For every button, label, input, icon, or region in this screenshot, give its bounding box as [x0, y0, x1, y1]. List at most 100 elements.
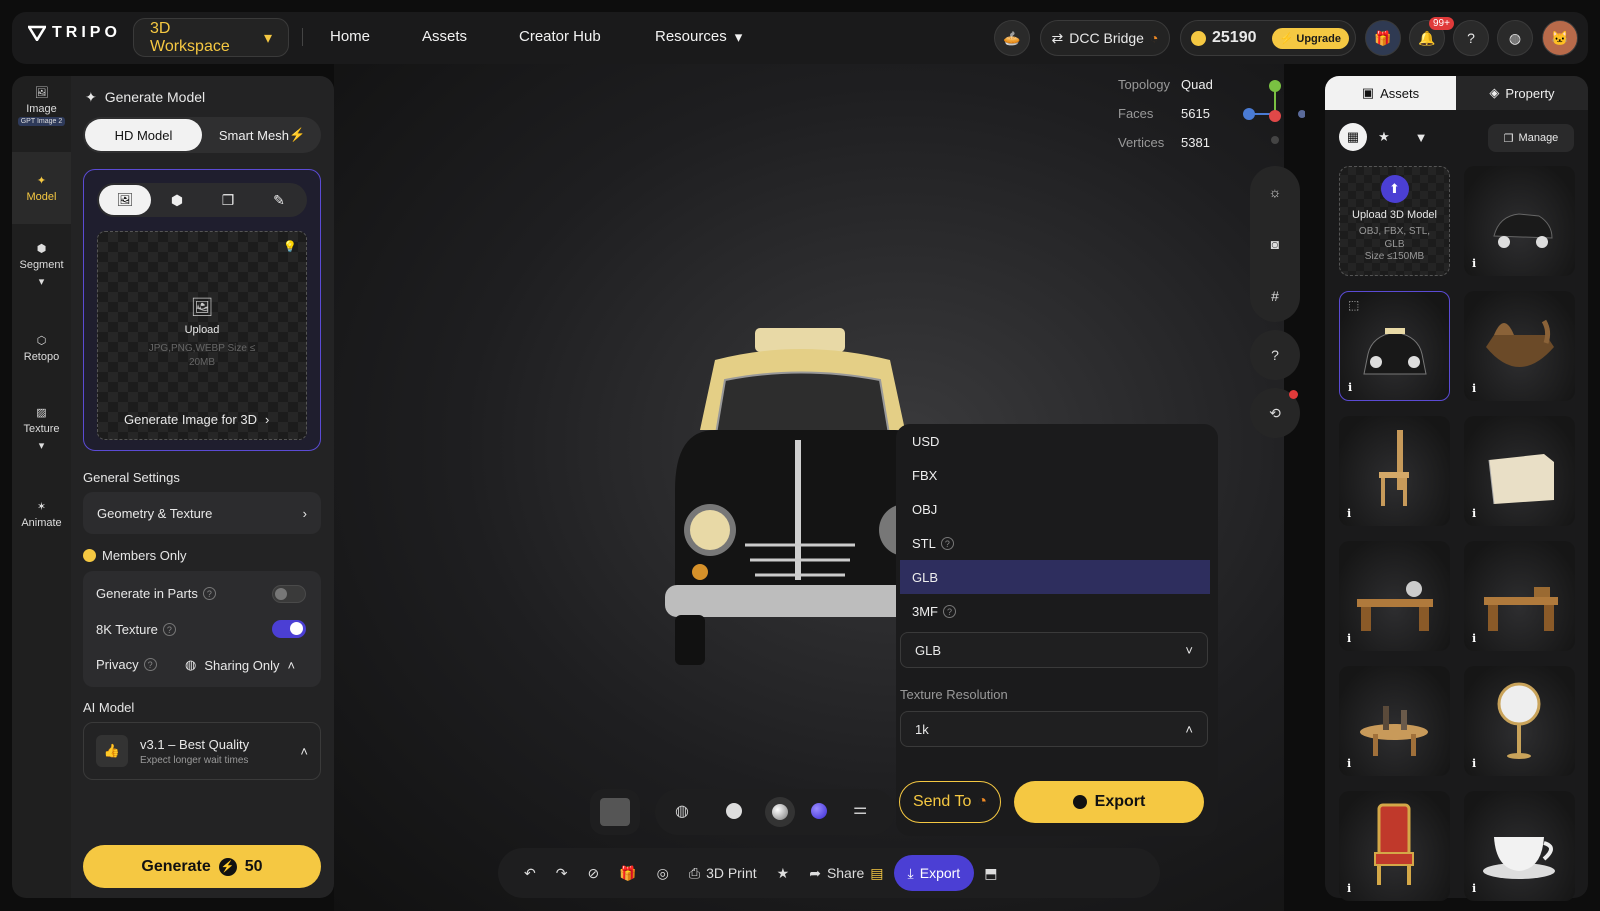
tip-bulb-icon[interactable]: 💡	[283, 240, 297, 253]
asset-card-mirror[interactable]: i	[1464, 666, 1575, 776]
gen-parts-toggle[interactable]	[272, 585, 306, 603]
camera-icon[interactable]: ◙	[1271, 236, 1279, 252]
help-icon[interactable]: ?	[162, 623, 176, 636]
orbit-icon[interactable]: ◎	[647, 855, 679, 891]
geometry-texture-row[interactable]: Geometry & Texture ›	[83, 492, 321, 534]
blender-icon[interactable]: 🥧	[994, 20, 1030, 56]
workspace-dropdown[interactable]: 3D Workspace ▾	[133, 18, 289, 57]
rail-texture[interactable]: ▨ Texture ▾	[12, 406, 71, 452]
info-icon[interactable]: i	[1472, 632, 1476, 645]
text-mode-icon[interactable]: ✎	[259, 185, 299, 215]
generate-image-link[interactable]: Generate Image for 3D ›	[124, 412, 269, 427]
nav-creator-hub[interactable]: Creator Hub	[519, 28, 601, 45]
upload-image-icon: 🖼	[190, 297, 214, 317]
format-option-glb[interactable]: GLB	[900, 560, 1210, 594]
help-chat-icon[interactable]: ?	[1453, 20, 1489, 56]
format-option-obj[interactable]: OBJ	[900, 492, 1210, 526]
export-toolbar-button[interactable]: ⤓ Export	[893, 855, 975, 891]
image-mode-icon[interactable]: 🖼	[99, 185, 151, 215]
asset-card-taxi[interactable]: ⬚ i	[1339, 291, 1450, 401]
gift-icon[interactable]: 🎁	[609, 855, 646, 891]
rail-image[interactable]: 🖼 Image GPT Image 2	[12, 86, 71, 142]
format-option-3mf[interactable]: 3MF?	[900, 594, 1210, 628]
info-icon[interactable]: i	[1347, 882, 1351, 895]
rail-retopo[interactable]: ⬡ Retopo	[12, 334, 71, 363]
light-icon[interactable]: ☼	[1269, 184, 1282, 200]
rail-animate[interactable]: ✶ Animate	[12, 500, 71, 529]
asset-card-boat[interactable]: i	[1464, 291, 1575, 401]
hide-texture-icon[interactable]: ⊘	[577, 855, 609, 891]
favorites-star-icon[interactable]: ★	[1370, 123, 1398, 151]
info-icon[interactable]: i	[1472, 882, 1476, 895]
tab-property[interactable]: ◈ Property	[1456, 76, 1588, 110]
tab-hd-model[interactable]: HD Model	[85, 119, 202, 151]
asset-card-chest[interactable]: i	[1464, 416, 1575, 526]
asset-card-throne[interactable]: i	[1339, 791, 1450, 901]
grid-view-icon[interactable]: ▦	[1339, 123, 1367, 151]
help-icon[interactable]: ?	[143, 658, 157, 671]
bottom-toolbar: ↶ ↷ ⊘ 🎁 ◎ ⎙ 3D Print ★ ➦ Share ▤ ⤓ Export ⬒	[498, 848, 1160, 898]
send-to-button[interactable]: Send To ◔	[899, 781, 1001, 823]
format-option-fbx[interactable]: FBX	[900, 458, 1210, 492]
help-icon[interactable]: ?	[943, 604, 956, 618]
format-option-usd[interactable]: USD	[900, 424, 1210, 458]
manage-button[interactable]: ❐ Manage	[1488, 124, 1574, 152]
share-button[interactable]: ➦ Share ▤	[799, 855, 893, 891]
texture-resolution-select[interactable]: 1k ˄	[900, 711, 1208, 747]
generate-button[interactable]: Generate ⚡ 50	[83, 845, 321, 888]
globe-icon[interactable]: ◍	[1497, 20, 1533, 56]
info-icon[interactable]: i	[1472, 382, 1476, 395]
info-icon[interactable]: i	[1347, 507, 1351, 520]
info-icon[interactable]: i	[1347, 757, 1351, 770]
wireframe-globe-icon[interactable]: ◍	[675, 801, 689, 821]
asset-card-table-bottles[interactable]: i	[1339, 666, 1450, 776]
asset-card-desk[interactable]: i	[1464, 541, 1575, 651]
tab-smart-mesh[interactable]: Smart Mesh ⚡	[205, 119, 319, 151]
axis-gizmo-icon[interactable]	[1235, 76, 1305, 146]
clay-mode-icon[interactable]	[726, 803, 742, 819]
tab-assets[interactable]: ▣ Assets	[1325, 76, 1456, 110]
filter-icon[interactable]: ▼	[1407, 123, 1435, 151]
format-option-stl[interactable]: STL?	[900, 526, 1210, 560]
redo-icon[interactable]: ↷	[546, 855, 578, 891]
pbr-mode-icon[interactable]	[765, 797, 795, 827]
upload-3d-card[interactable]: ⬆ Upload 3D Model OBJ, FBX, STL, GLB Siz…	[1339, 166, 1450, 276]
settings-sliders-icon[interactable]: ⚌	[853, 799, 867, 819]
nav-assets[interactable]: Assets	[422, 28, 467, 45]
rail-segment[interactable]: ⬢ Segment ▾	[12, 242, 71, 288]
ai-model-select[interactable]: 👍 v3.1 – Best Quality Expect longer wait…	[83, 722, 321, 780]
info-icon[interactable]: i	[1472, 757, 1476, 770]
help-icon[interactable]: ?	[202, 587, 216, 600]
undo-icon[interactable]: ↶	[514, 855, 546, 891]
nav-resources[interactable]: Resources ▾	[655, 28, 742, 46]
multi-image-mode-icon[interactable]: ❐	[208, 185, 248, 215]
asset-card-desk-globe[interactable]: i	[1339, 541, 1450, 651]
info-icon[interactable]: i	[1472, 507, 1476, 520]
nav-home[interactable]: Home	[330, 28, 370, 45]
info-icon[interactable]: i	[1348, 381, 1352, 394]
asset-card-teacup[interactable]: i	[1464, 791, 1575, 901]
3d-print-button[interactable]: ⎙ 3D Print	[679, 855, 767, 891]
asset-card-taxi-small[interactable]: i	[1464, 166, 1575, 276]
dcc-bridge-button[interactable]: ⇄ DCC Bridge ◔	[1040, 20, 1170, 56]
help-icon[interactable]: ?	[940, 536, 954, 550]
star-icon[interactable]: ★	[767, 855, 800, 891]
export-button[interactable]: Export	[1014, 781, 1204, 823]
privacy-select[interactable]: ◍ Sharing Only ˄	[185, 657, 295, 673]
gift-icon[interactable]: 🎁	[1365, 20, 1401, 56]
multiview-mode-icon[interactable]: ⬢	[157, 185, 197, 215]
rail-model[interactable]: ✦ Model	[12, 152, 71, 224]
help-button[interactable]: ?	[1250, 330, 1300, 380]
model-thumbnail[interactable]	[590, 789, 640, 835]
asset-card-chair[interactable]: i	[1339, 416, 1450, 526]
avatar[interactable]: 🐱	[1542, 20, 1578, 56]
normal-mode-icon[interactable]	[811, 803, 827, 819]
info-icon[interactable]: i	[1472, 257, 1476, 270]
info-icon[interactable]: i	[1347, 632, 1351, 645]
upgrade-button[interactable]: ⚡ Upgrade	[1271, 27, 1349, 49]
format-select[interactable]: GLB ˅	[900, 632, 1208, 668]
tex8k-toggle[interactable]	[272, 620, 306, 638]
grid-icon[interactable]: #	[1271, 288, 1279, 304]
tripo-logo[interactable]: TRIPO	[28, 24, 121, 42]
feedback-icon[interactable]: ⬒	[974, 855, 1007, 891]
